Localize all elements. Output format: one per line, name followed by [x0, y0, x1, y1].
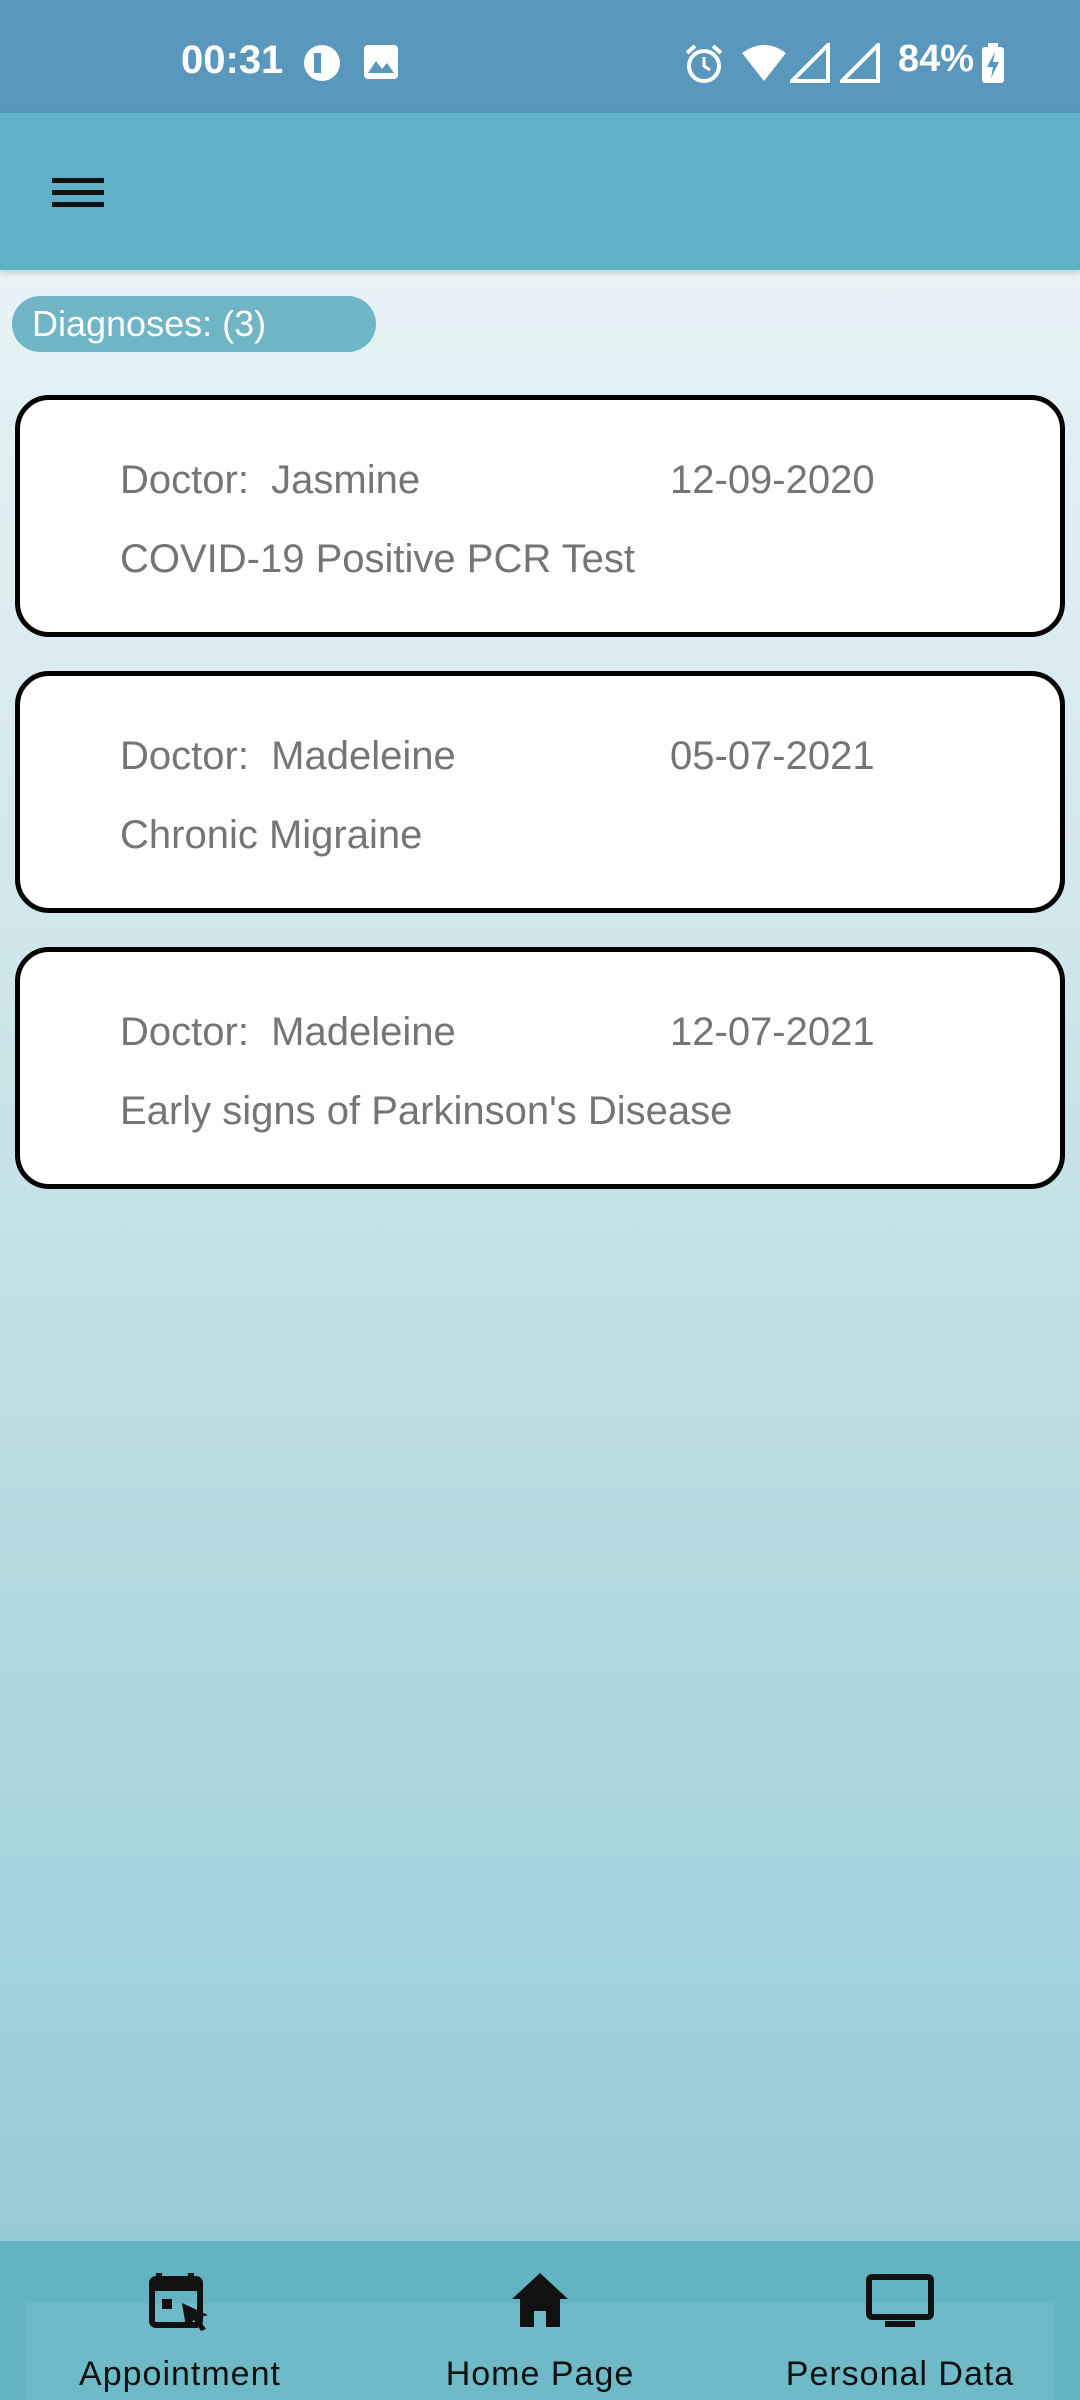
data-saver-icon [304, 45, 340, 81]
nav-appointment[interactable]: Appointment [30, 2241, 330, 2400]
nav-label: Home Page [445, 2355, 635, 2393]
diagnosis-date: 12-09-2020 [670, 458, 875, 502]
doctor-name: Doctor: Madeleine [120, 1010, 456, 1054]
nav-label: Appointment [79, 2355, 281, 2393]
nav-home-page[interactable]: Home Page [390, 2241, 690, 2400]
diagnoses-count-label: Diagnoses: (3) [12, 296, 376, 352]
home-icon [512, 2273, 568, 2327]
doctor-name: Doctor: Jasmine [120, 458, 421, 502]
diagnosis-card[interactable]: Doctor: Jasmine 12-09-2020 COVID-19 Posi… [15, 395, 1065, 637]
wifi-icon [742, 45, 786, 81]
status-bar: 00:31 84% [0, 0, 1080, 113]
diagnosis-text: Chronic Migraine [120, 813, 423, 857]
diagnosis-card[interactable]: Doctor: Madeleine 12-07-2021 Early signs… [15, 947, 1065, 1189]
nav-label: Personal Data [785, 2355, 1015, 2393]
menu-button[interactable] [40, 157, 120, 227]
diagnosis-date: 05-07-2021 [670, 734, 875, 778]
nav-personal-data[interactable]: Personal Data [750, 2241, 1050, 2400]
signal-icon [840, 43, 880, 83]
battery-charging-icon [982, 43, 1004, 83]
battery-percent: 84% [898, 38, 975, 80]
diagnosis-date: 12-07-2021 [670, 1010, 875, 1054]
diagnosis-text: Early signs of Parkinson's Disease [120, 1089, 733, 1133]
diagnosis-text: COVID-19 Positive PCR Test [120, 537, 635, 581]
hamburger-menu-icon [52, 178, 104, 207]
doctor-name: Doctor: Madeleine [120, 734, 456, 778]
alarm-icon [685, 44, 723, 83]
signal-icon [790, 43, 830, 83]
monitor-icon [866, 2274, 934, 2327]
image-icon [364, 45, 398, 79]
calendar-cursor-icon [149, 2273, 208, 2331]
app-bar [0, 113, 1080, 270]
diagnosis-card[interactable]: Doctor: Madeleine 05-07-2021 Chronic Mig… [15, 671, 1065, 913]
bottom-navigation: Appointment Home Page Personal Data [0, 2241, 1080, 2400]
status-time: 00:31 [181, 38, 284, 82]
